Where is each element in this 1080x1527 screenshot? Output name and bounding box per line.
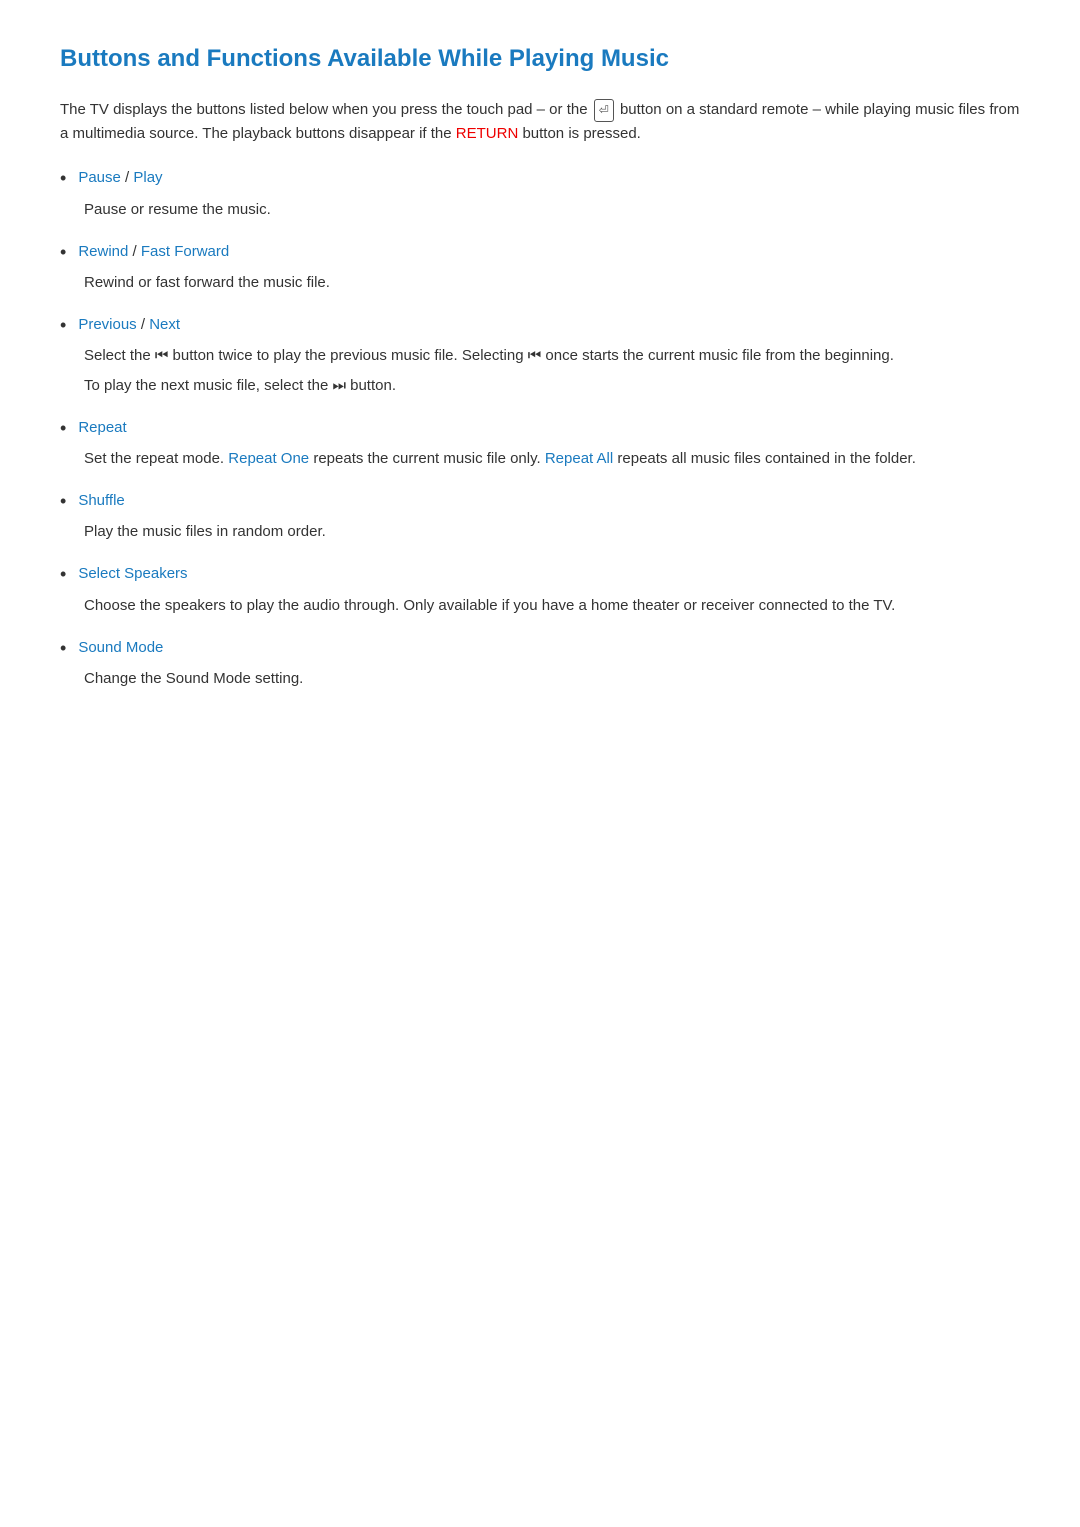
previous-label: Previous <box>78 316 136 333</box>
repeat-text: Repeat <box>78 419 126 436</box>
list-item-shuffle: • Shuffle Play the music files in random… <box>60 489 1020 544</box>
bullet-dot: • <box>60 166 66 191</box>
intro-text-part3: button is pressed. <box>518 125 641 142</box>
repeat-description: Set the repeat mode. Repeat One repeats … <box>84 447 1020 471</box>
sound-mode-label: Sound Mode <box>78 636 163 660</box>
bullet-dot: • <box>60 240 66 265</box>
select-speakers-description: Choose the speakers to play the audio th… <box>84 594 1020 618</box>
pause-label: Pause <box>78 169 121 186</box>
bullet-dot: • <box>60 313 66 338</box>
intro-text-part1: The TV displays the buttons listed below… <box>60 101 592 118</box>
shuffle-desc-text: Play the music files in random order. <box>84 520 1020 544</box>
separator: / <box>133 243 141 260</box>
list-item-rewind-ff: • Rewind / Fast Forward Rewind or fast f… <box>60 240 1020 295</box>
repeat-one-label: Repeat One <box>228 450 309 467</box>
list-item-previous-next: • Previous / Next Select the ⏮ button tw… <box>60 313 1020 398</box>
sound-mode-desc-text: Change the Sound Mode setting. <box>84 667 1020 691</box>
bullet-dot: • <box>60 416 66 441</box>
shuffle-description: Play the music files in random order. <box>84 520 1020 544</box>
remote-icon: ⏎ <box>594 99 614 122</box>
pause-play-label: Pause / Play <box>78 166 162 190</box>
list-item-sound-mode: • Sound Mode Change the Sound Mode setti… <box>60 636 1020 691</box>
previous-next-desc1: Select the ⏮ button twice to play the pr… <box>84 344 1020 368</box>
intro-paragraph: The TV displays the buttons listed below… <box>60 98 1020 146</box>
separator: / <box>141 316 149 333</box>
select-speakers-text: Select Speakers <box>78 565 187 582</box>
shuffle-text: Shuffle <box>78 492 124 509</box>
bullet-dot: • <box>60 489 66 514</box>
bullet-dot: • <box>60 562 66 587</box>
page-title: Buttons and Functions Available While Pl… <box>60 40 1020 78</box>
shuffle-label: Shuffle <box>78 489 124 513</box>
rewind-label: Rewind <box>78 243 128 260</box>
sound-mode-description: Change the Sound Mode setting. <box>84 667 1020 691</box>
previous-next-label: Previous / Next <box>78 313 180 337</box>
repeat-desc-text: Set the repeat mode. Repeat One repeats … <box>84 447 1020 471</box>
sound-mode-text: Sound Mode <box>78 639 163 656</box>
repeat-all-label: Repeat All <box>545 450 613 467</box>
select-speakers-label: Select Speakers <box>78 562 187 586</box>
rewind-ff-label: Rewind / Fast Forward <box>78 240 229 264</box>
list-item-pause-play: • Pause / Play Pause or resume the music… <box>60 166 1020 221</box>
previous-next-description: Select the ⏮ button twice to play the pr… <box>84 344 1020 398</box>
list-item-repeat: • Repeat Set the repeat mode. Repeat One… <box>60 416 1020 471</box>
select-speakers-desc-text: Choose the speakers to play the audio th… <box>84 594 1020 618</box>
pause-play-description: Pause or resume the music. <box>84 198 1020 222</box>
return-label: RETURN <box>456 125 519 142</box>
list-item-select-speakers: • Select Speakers Choose the speakers to… <box>60 562 1020 617</box>
previous-next-desc2: To play the next music file, select the … <box>84 374 1020 398</box>
pause-play-desc-text: Pause or resume the music. <box>84 198 1020 222</box>
rewind-ff-description: Rewind or fast forward the music file. <box>84 271 1020 295</box>
feature-list: • Pause / Play Pause or resume the music… <box>60 166 1020 690</box>
fast-forward-label: Fast Forward <box>141 243 229 260</box>
next-label: Next <box>149 316 180 333</box>
rewind-ff-desc-text: Rewind or fast forward the music file. <box>84 271 1020 295</box>
repeat-label: Repeat <box>78 416 126 440</box>
play-label: Play <box>133 169 162 186</box>
bullet-dot: • <box>60 636 66 661</box>
